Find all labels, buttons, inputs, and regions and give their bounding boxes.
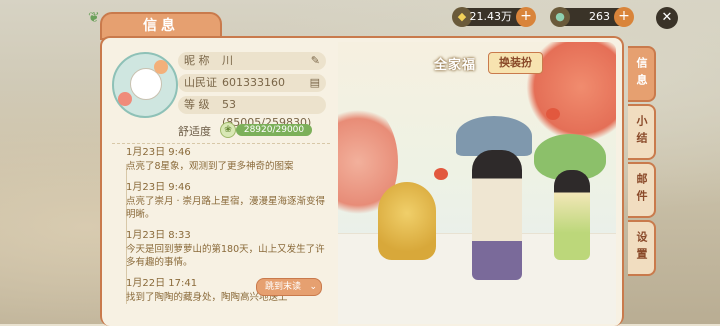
- monkey-character: [378, 182, 436, 260]
- nickname-value: 川: [222, 54, 233, 67]
- id-label: 山民证: [184, 76, 217, 89]
- log-date: 1月23日 9:46: [126, 147, 191, 158]
- nickname-label: 昵 称: [184, 54, 210, 67]
- tab-settings[interactable]: 设置: [628, 220, 656, 276]
- level-row: 等 级 53 (85005/259830): [178, 96, 326, 129]
- lantern-icon: [434, 168, 448, 180]
- coins-value: 21.43万: [469, 10, 513, 23]
- log-text: 点亮了8星象，观测到了更多神奇的图案: [126, 161, 294, 172]
- change-outfit-button[interactable]: 换装扮: [488, 52, 543, 74]
- tab-info[interactable]: 信息: [628, 46, 656, 102]
- add-coins-button[interactable]: +: [516, 7, 536, 27]
- log-date: 1月23日 9:46: [126, 182, 191, 193]
- tab-mail[interactable]: 邮件: [628, 162, 656, 218]
- gem-icon: ●: [550, 7, 570, 27]
- close-button[interactable]: ✕: [656, 7, 678, 29]
- add-gems-button[interactable]: +: [614, 7, 634, 27]
- edit-icon[interactable]: ✎: [311, 52, 320, 70]
- jump-to-unread-button[interactable]: 跳到末读 ⌄: [256, 278, 323, 296]
- comfort-label: 舒适度: [178, 125, 211, 138]
- family-portrait: 全家福 换装扮: [338, 42, 616, 324]
- tab-summary[interactable]: 小结: [628, 104, 656, 160]
- gems-value: 263: [589, 10, 610, 23]
- nickname-row: 昵 称 川 ✎: [178, 52, 326, 70]
- log-entry: 1月23日 9:46 点亮了崇月 · 崇月路上星宿，漫漫星海逐渐变得明晰。: [112, 181, 332, 221]
- log-entry: 1月23日 9:46 点亮了8星象，观测到了更多神奇的图案: [112, 146, 332, 173]
- character-main: [472, 150, 522, 280]
- id-value: 601333160: [222, 76, 285, 89]
- log-entry: 1月23日 8:33 今天是回到萝萝山的第180天，山上又发生了许多有趣的事情。: [112, 229, 332, 269]
- currency-gems: ● 263 +: [550, 7, 634, 27]
- character-child: [554, 170, 590, 260]
- currency-coins: ◆ 21.43万 +: [452, 7, 536, 27]
- avatar[interactable]: [112, 52, 178, 118]
- log-date: 1月23日 8:33: [126, 230, 191, 241]
- close-icon: ✕: [661, 10, 673, 25]
- divider: [112, 143, 330, 144]
- comfort-progress: 28920/29000: [236, 124, 312, 136]
- sprout-icon: ❀: [220, 122, 236, 138]
- log-text: 今天是回到萝萝山的第180天，山上又发生了许多有趣的事情。: [126, 244, 325, 268]
- level-label: 等 级: [184, 98, 210, 111]
- jump-label: 跳到末读: [265, 282, 302, 292]
- lantern-icon: [546, 108, 560, 120]
- id-row: 山民证 601333160 ▤: [178, 74, 326, 92]
- flower-icon: [118, 92, 132, 106]
- comfort-value: 28920/29000: [243, 125, 305, 135]
- portrait-title: 全家福: [434, 58, 477, 73]
- copy-icon[interactable]: ▤: [310, 74, 320, 92]
- log-text: 点亮了崇月 · 崇月路上星宿，漫漫星海逐渐变得明晰。: [126, 196, 326, 220]
- flower-icon: [154, 60, 168, 74]
- chevron-down-icon: ⌄: [309, 282, 318, 292]
